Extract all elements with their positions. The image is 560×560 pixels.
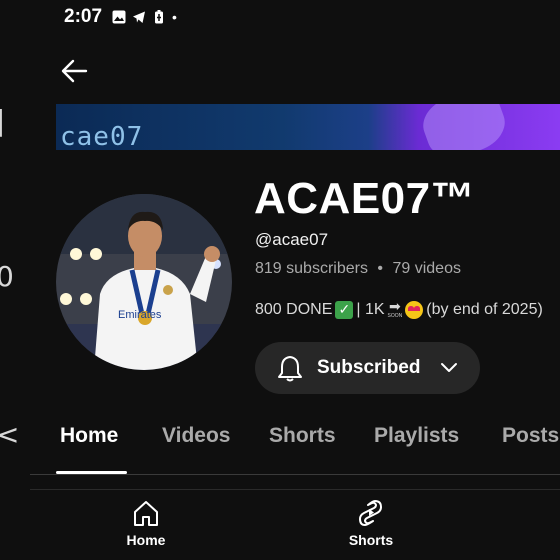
- check-mark-icon: ✓: [335, 300, 354, 319]
- channel-name: ACAE07™: [254, 174, 476, 223]
- home-icon: [134, 501, 158, 526]
- gallery-icon: [112, 10, 126, 24]
- nav-home-label: Home: [126, 532, 166, 548]
- arrow-icon: ➡ SOON: [388, 300, 403, 319]
- battery-saver-icon: [155, 10, 164, 24]
- nav-home[interactable]: Home: [101, 498, 191, 548]
- left-edge-strip: | 0 <: [0, 0, 30, 560]
- description-part1: 800 DONE: [255, 300, 333, 318]
- arrow-glyph: ➡: [389, 299, 401, 315]
- description-part3: (by end of 2025): [426, 300, 543, 318]
- stats-separator: •: [377, 260, 384, 277]
- shorts-icon: [359, 500, 382, 526]
- telegram-icon: [133, 11, 146, 23]
- nav-shorts-label: Shorts: [348, 532, 394, 548]
- channel-tabs: Home Videos Shorts Playlists Posts: [60, 424, 560, 460]
- notification-dot: •: [172, 9, 177, 25]
- banner-decoration: [416, 104, 512, 150]
- channel-handle: @acae07: [255, 230, 329, 249]
- tab-shorts[interactable]: Shorts: [269, 424, 336, 448]
- channel-description[interactable]: 800 DONE ✓ | 1K ➡ SOON (by end of 2025): [255, 300, 543, 319]
- svg-text:Emirates: Emirates: [118, 309, 162, 321]
- tab-posts[interactable]: Posts: [502, 424, 559, 448]
- back-arrow-icon: [61, 59, 88, 83]
- edge-glyph: 0: [0, 260, 14, 293]
- subscribed-label: Subscribed: [317, 357, 421, 378]
- status-time: 2:07: [64, 6, 103, 27]
- status-bar: 2:07 •: [64, 6, 177, 28]
- description-part2: | 1K: [356, 300, 385, 318]
- avatar-image: Emirates: [56, 194, 232, 370]
- heart-eyes-emoji-icon: [405, 300, 424, 319]
- video-count: 79 videos: [392, 260, 461, 277]
- nav-shorts[interactable]: Shorts: [326, 498, 416, 548]
- banner-text: cae07: [60, 122, 144, 150]
- channel-banner: cae07: [56, 104, 560, 150]
- channel-stats: 819 subscribers • 79 videos: [255, 260, 461, 278]
- subscriber-count: 819 subscribers: [255, 260, 368, 277]
- edge-glyph: <: [0, 418, 20, 451]
- chevron-down-icon: [441, 363, 458, 372]
- content-divider: [30, 489, 560, 490]
- tab-videos[interactable]: Videos: [162, 424, 230, 448]
- tab-playlists[interactable]: Playlists: [374, 424, 459, 448]
- subscribed-button[interactable]: Subscribed: [255, 342, 480, 394]
- tab-home[interactable]: Home: [60, 424, 118, 448]
- edge-glyph: |: [0, 104, 6, 137]
- back-button[interactable]: [58, 54, 92, 88]
- channel-avatar[interactable]: Emirates: [56, 194, 232, 370]
- tabs-divider: [30, 474, 560, 475]
- soon-label: SOON: [387, 313, 403, 319]
- bell-icon: [278, 356, 302, 382]
